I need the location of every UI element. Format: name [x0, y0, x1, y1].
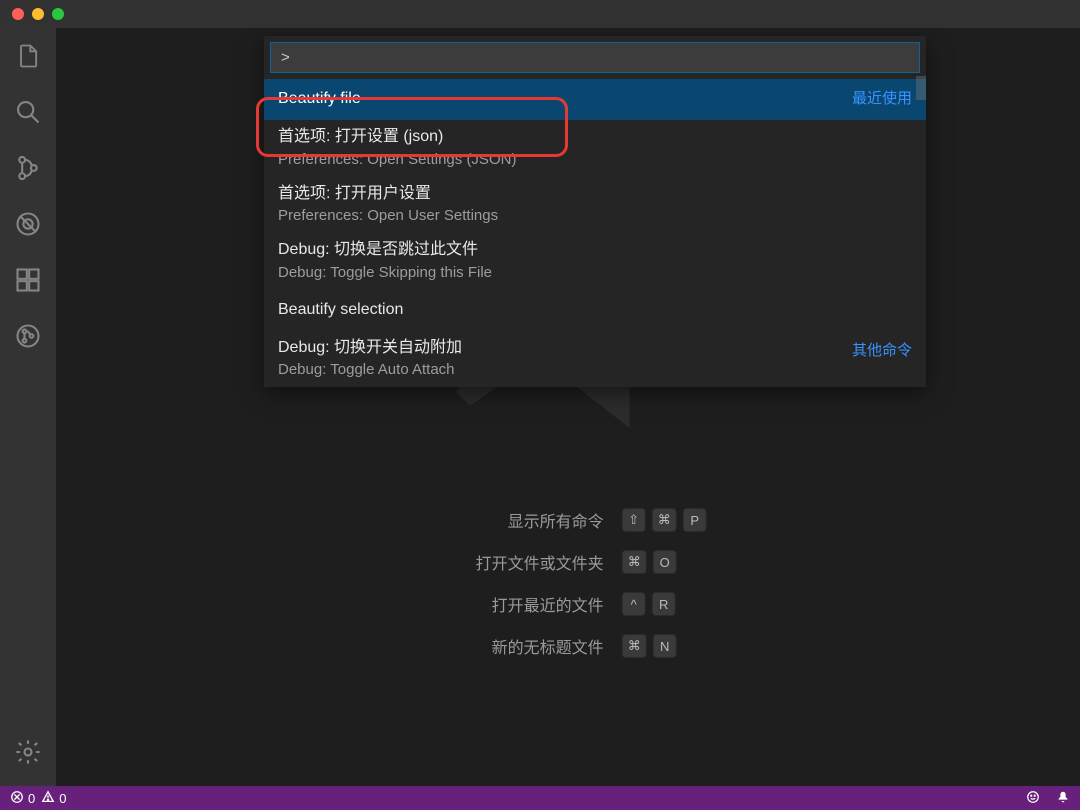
hint-open-recent: 打开最近的文件 ^ R: [454, 592, 708, 616]
key-cmd: ⌘: [622, 634, 647, 658]
hint-keys: ^ R: [622, 592, 708, 616]
key-o: O: [653, 550, 677, 574]
key-r: R: [652, 592, 676, 616]
palette-item-beautify-selection[interactable]: Beautify selection: [264, 290, 926, 331]
extensions-icon[interactable]: [12, 264, 44, 296]
palette-item-title: Beautify selection: [278, 296, 912, 324]
gear-icon[interactable]: [12, 736, 44, 768]
status-warning-count: 0: [59, 791, 66, 806]
hint-keys: ⌘ N: [622, 634, 708, 658]
palette-item-open-user-settings[interactable]: 首选项: 打开用户设置 Preferences: Open User Setti…: [264, 177, 926, 233]
palette-item-title: Debug: 切换是否跳过此文件: [278, 239, 912, 261]
debug-icon[interactable]: [12, 208, 44, 240]
palette-item-title: 首选项: 打开设置 (json): [278, 126, 912, 148]
window-minimize-button[interactable]: [32, 8, 44, 20]
command-palette-list: Beautify file 最近使用 首选项: 打开设置 (json) Pref…: [264, 79, 926, 387]
error-icon: [10, 790, 24, 807]
git-icon[interactable]: [12, 320, 44, 352]
palette-item-subtitle: Preferences: Open Settings (JSON): [278, 149, 912, 170]
palette-item-title: Beautify file: [278, 85, 912, 113]
activity-bar: [0, 28, 56, 786]
key-ctrl: ^: [622, 592, 646, 616]
hint-label: 打开文件或文件夹: [454, 550, 604, 574]
hint-keys: ⌘ O: [622, 550, 708, 574]
status-feedback[interactable]: [1026, 790, 1040, 807]
palette-item-subtitle: Debug: Toggle Skipping this File: [278, 262, 912, 283]
bell-icon: [1056, 790, 1070, 807]
palette-item-debug-auto-attach[interactable]: Debug: 切换开关自动附加 Debug: Toggle Auto Attac…: [264, 331, 926, 387]
palette-item-title: Debug: 切换开关自动附加: [278, 337, 912, 359]
hint-label: 新的无标题文件: [454, 634, 604, 658]
palette-item-debug-toggle-skip[interactable]: Debug: 切换是否跳过此文件 Debug: Toggle Skipping …: [264, 233, 926, 289]
editor-area: 显示所有命令 ⇧ ⌘ P 打开文件或文件夹 ⌘ O 打开最近的文件 ^ R 新的…: [56, 28, 1080, 786]
palette-scrollbar[interactable]: [916, 76, 926, 100]
status-errors[interactable]: 0: [10, 790, 35, 807]
palette-item-title: 首选项: 打开用户设置: [278, 183, 912, 205]
hint-show-all-commands: 显示所有命令 ⇧ ⌘ P: [454, 508, 708, 532]
warning-icon: [41, 790, 55, 807]
search-icon[interactable]: [12, 96, 44, 128]
hint-keys: ⇧ ⌘ P: [622, 508, 708, 532]
hint-new-untitled: 新的无标题文件 ⌘ N: [454, 634, 708, 658]
status-notifications[interactable]: [1056, 790, 1070, 807]
hint-label: 显示所有命令: [454, 508, 604, 532]
command-palette: Beautify file 最近使用 首选项: 打开设置 (json) Pref…: [264, 36, 926, 387]
key-n: N: [653, 634, 677, 658]
window-close-button[interactable]: [12, 8, 24, 20]
status-bar: 0 0: [0, 786, 1080, 810]
palette-item-hint: 最近使用: [852, 87, 912, 108]
hint-open-file-folder: 打开文件或文件夹 ⌘ O: [454, 550, 708, 574]
welcome-hints: 显示所有命令 ⇧ ⌘ P 打开文件或文件夹 ⌘ O 打开最近的文件 ^ R 新的…: [454, 508, 708, 658]
explorer-icon[interactable]: [12, 40, 44, 72]
hint-label: 打开最近的文件: [454, 592, 604, 616]
palette-item-subtitle: Preferences: Open User Settings: [278, 205, 912, 226]
smiley-icon: [1026, 790, 1040, 807]
status-error-count: 0: [28, 791, 35, 806]
key-p: P: [683, 508, 707, 532]
window-maximize-button[interactable]: [52, 8, 64, 20]
key-shift: ⇧: [622, 508, 646, 532]
palette-item-subtitle: Debug: Toggle Auto Attach: [278, 359, 912, 380]
source-control-icon[interactable]: [12, 152, 44, 184]
palette-item-open-settings-json[interactable]: 首选项: 打开设置 (json) Preferences: Open Setti…: [264, 120, 926, 176]
key-cmd: ⌘: [652, 508, 677, 532]
command-palette-input[interactable]: [270, 42, 920, 73]
status-warnings[interactable]: 0: [41, 790, 66, 807]
palette-item-hint: 其他命令: [852, 339, 912, 360]
key-cmd: ⌘: [622, 550, 647, 574]
palette-item-beautify-file[interactable]: Beautify file 最近使用: [264, 79, 926, 120]
title-bar: [0, 0, 1080, 28]
